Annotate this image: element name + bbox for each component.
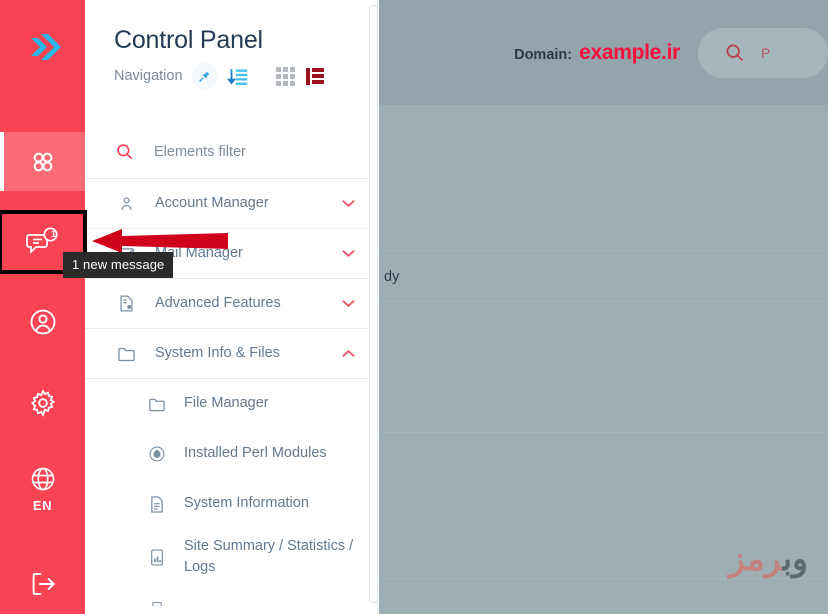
pin-button[interactable] bbox=[191, 63, 218, 89]
panel-subtitle: Navigation bbox=[114, 68, 183, 84]
nav-item-label: System Information bbox=[184, 495, 309, 512]
global-search-input[interactable]: P bbox=[698, 27, 828, 78]
grid-cell bbox=[275, 66, 281, 72]
tooltip: 1 new message bbox=[63, 252, 174, 278]
chevron-down-icon[interactable] bbox=[341, 249, 355, 258]
document-icon bbox=[147, 495, 167, 514]
nav-group-account-manager[interactable]: Account Manager bbox=[85, 179, 377, 229]
nav-group-label: Advanced Features bbox=[155, 294, 281, 311]
chart-icon bbox=[147, 548, 167, 567]
grid-cell bbox=[289, 73, 295, 79]
domain-display: Domain: example.ir bbox=[514, 41, 680, 65]
search-icon bbox=[726, 44, 743, 61]
grid-view-button[interactable] bbox=[275, 66, 295, 86]
language-label: EN bbox=[32, 497, 53, 513]
nav-item-partial[interactable] bbox=[85, 585, 377, 613]
grid-cell bbox=[282, 80, 288, 86]
globe-icon bbox=[31, 467, 54, 491]
content-row-text: dy bbox=[384, 269, 400, 285]
gear-icon bbox=[30, 389, 55, 417]
grid-cell bbox=[289, 80, 295, 86]
nav-item-label: Site Summary / Statistics / Logs bbox=[184, 537, 354, 575]
chevron-down-icon[interactable] bbox=[341, 199, 355, 208]
pin-icon bbox=[199, 71, 210, 82]
elements-filter-placeholder: Elements filter bbox=[154, 143, 246, 160]
folder-icon bbox=[147, 397, 167, 412]
rail-item-apps[interactable] bbox=[0, 131, 85, 192]
nav-item-file-manager[interactable]: File Manager bbox=[85, 379, 377, 429]
chevron-up-icon[interactable] bbox=[341, 349, 355, 358]
annotation-arrow bbox=[92, 229, 228, 253]
sort-descending-icon bbox=[226, 68, 247, 85]
perl-icon bbox=[147, 445, 167, 463]
file-gear-icon bbox=[115, 294, 137, 313]
app-root: 1 EN Control Panel Navigation Elements f… bbox=[0, 0, 828, 614]
watermark-dark-text: وب bbox=[782, 540, 808, 577]
user-circle-icon bbox=[30, 309, 55, 335]
navigation-scrollbar[interactable] bbox=[369, 5, 378, 603]
navigation-panel: Control Panel Navigation Elements filter… bbox=[85, 0, 378, 614]
rail-item-logout[interactable] bbox=[0, 555, 85, 614]
list-rows bbox=[311, 67, 324, 85]
nav-group-label: System Info & Files bbox=[155, 344, 280, 361]
page-title: Control Panel bbox=[114, 26, 263, 54]
grid-cell bbox=[282, 73, 288, 79]
rail-item-account[interactable] bbox=[0, 293, 85, 352]
rail-item-settings[interactable] bbox=[0, 373, 85, 432]
chevron-down-icon[interactable] bbox=[341, 299, 355, 308]
panel-header: Control Panel Navigation bbox=[85, 0, 377, 89]
person-icon bbox=[115, 195, 137, 213]
sort-button[interactable] bbox=[224, 63, 252, 89]
nav-item-site-summary-statistics-logs[interactable]: Site Summary / Statistics / Logs bbox=[85, 529, 377, 585]
icon-rail: 1 EN bbox=[0, 0, 87, 614]
grid-cell bbox=[275, 80, 281, 86]
nav-item-system-information[interactable]: System Information bbox=[85, 479, 377, 529]
grid-cell bbox=[275, 73, 281, 79]
global-search-placeholder: P bbox=[761, 44, 771, 61]
content-row-divider bbox=[379, 432, 828, 433]
content-header: Domain: example.ir P bbox=[379, 0, 828, 105]
nav-group-label: Account Manager bbox=[155, 194, 269, 211]
nav-item-label: Installed Perl Modules bbox=[184, 445, 327, 462]
domain-label: Domain: bbox=[514, 46, 573, 63]
nav-item-label: File Manager bbox=[184, 395, 269, 412]
content-row-divider bbox=[379, 578, 828, 579]
message-badge-count: 1 bbox=[51, 229, 57, 240]
logout-icon bbox=[32, 573, 55, 596]
elements-filter-input[interactable]: Elements filter bbox=[85, 125, 377, 179]
content-row-divider bbox=[379, 250, 828, 251]
tooltip-text: 1 new message bbox=[72, 257, 165, 272]
nav-item-installed-perl-modules[interactable]: Installed Perl Modules bbox=[85, 429, 377, 479]
double-chevron-logo-icon bbox=[30, 33, 61, 60]
domain-value: example.ir bbox=[579, 40, 680, 64]
content-area: Domain: example.ir P dy وبرمز bbox=[379, 0, 828, 614]
nav-group-system-info-files[interactable]: System Info & Files bbox=[85, 329, 377, 379]
logo[interactable] bbox=[0, 0, 85, 96]
partial-icon bbox=[147, 592, 167, 606]
content-row-divider bbox=[379, 301, 828, 302]
watermark: وبرمز bbox=[729, 539, 808, 578]
list-view-button[interactable] bbox=[305, 67, 324, 85]
grid-cell bbox=[289, 66, 295, 72]
list-bar bbox=[305, 67, 310, 85]
grid-cell bbox=[282, 66, 288, 72]
search-icon bbox=[117, 144, 133, 160]
nav-group-advanced-features[interactable]: Advanced Features bbox=[85, 279, 377, 329]
folder-icon bbox=[115, 346, 137, 362]
grid-apps-icon bbox=[33, 152, 52, 172]
watermark-red-text: رمز bbox=[728, 540, 783, 577]
rail-item-language[interactable]: EN bbox=[0, 459, 85, 518]
